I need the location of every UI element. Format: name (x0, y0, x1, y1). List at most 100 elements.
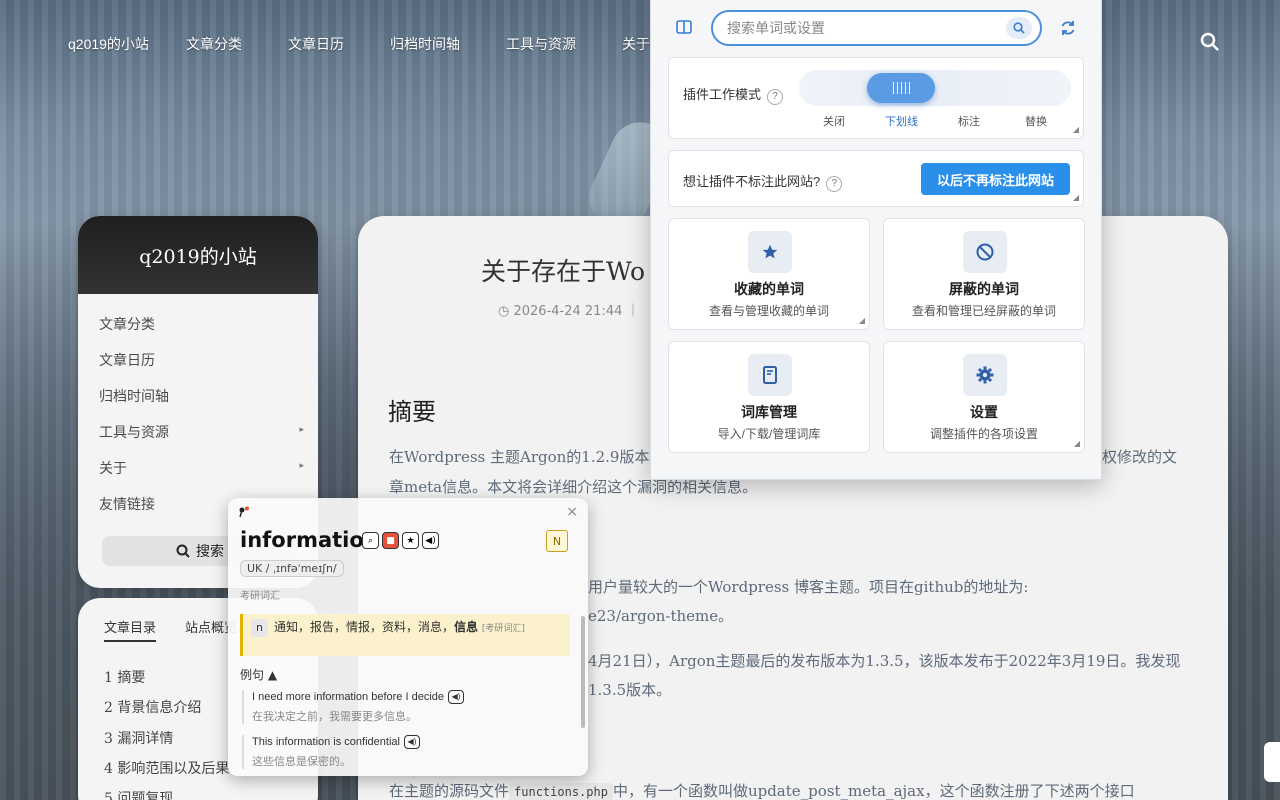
disable-site-button[interactable]: 以后不再标注此网站 (921, 163, 1070, 195)
example-zh: 在我决定之前，我需要更多信息。 (252, 711, 417, 723)
example-en: I need more information before I decide (252, 690, 445, 703)
resize-handle-icon[interactable]: ◢ (1074, 439, 1080, 448)
sidebar-title: q2019的小站 (78, 216, 318, 294)
sidebar-item-tools[interactable]: 工具与资源 ▸ (99, 422, 304, 442)
mode-slider-thumb[interactable] (867, 73, 935, 103)
example-en: This information is confidential (252, 735, 400, 748)
nav-item-categories[interactable]: 文章分类 (186, 34, 242, 54)
meta-divider: ｜ (626, 304, 640, 319)
inline-code: functions.php (509, 783, 613, 800)
tile-favorites[interactable]: 收藏的单词 查看与管理收藏的单词 ◢ (668, 218, 870, 330)
close-icon[interactable]: × (566, 504, 578, 520)
speaker-icon[interactable]: ◀) (448, 690, 465, 704)
refresh-icon[interactable] (1059, 19, 1077, 37)
delete-icon[interactable]: ■ (382, 532, 399, 549)
definition-text: 通知，报告，情报，资料，消息， (273, 620, 454, 634)
section-heading: 摘要 (388, 398, 436, 426)
part-of-speech: n (251, 619, 268, 637)
article-title: 关于存在于Wo (481, 257, 646, 286)
search-icon[interactable] (1200, 32, 1220, 52)
chevron-right-icon: ▸ (299, 461, 304, 471)
paragraph-text: 在Wordpress 主题Argon的1.2.9版本 (389, 448, 650, 466)
dictionary-popup: × information ⌕ ■ ★ ◀) N UK / ˌɪnfəˈmeɪʃ… (228, 498, 588, 776)
book-open-icon[interactable] (675, 18, 693, 36)
examples-title: 例句 (240, 668, 265, 682)
paragraph-text: 用户量较大的一个Wordpress 博客主题。项目在github的地址为: (588, 578, 1029, 596)
plugin-search-input[interactable]: 搜索单词或设置 (711, 10, 1042, 46)
mode-slider[interactable] (799, 70, 1071, 106)
mode-label-text: 插件工作模式 (683, 87, 762, 102)
plugin-search-placeholder: 搜索单词或设置 (727, 20, 825, 36)
paragraph-text: 权修改的文 (1102, 448, 1178, 466)
dict-phonetic[interactable]: UK / ˌɪnfəˈmeɪʃn/ (240, 560, 344, 577)
dict-tag: 考研词汇 (240, 591, 280, 602)
tile-title: 设置 (970, 404, 998, 420)
paragraph-text: 在主题的源码文件 (389, 782, 510, 800)
toc-item[interactable]: 2 背景信息介绍 (104, 697, 201, 717)
mode-option-underline[interactable]: 下划线 (885, 113, 918, 129)
site-label-text: 想让插件不标注此网站? (683, 174, 821, 189)
paragraph-text: 在主题的源码文件 functions.php 中，有一个函数叫做update_pos… (389, 780, 1135, 800)
mode-option-annotate[interactable]: 标注 (958, 113, 980, 129)
tile-wordbank[interactable]: 词库管理 导入/下载/管理词库 (668, 341, 870, 453)
paragraph-text: 中，有一个函数叫做update_post_meta_ajax，这个函数注册了下述… (612, 782, 1135, 800)
floating-edge-button[interactable] (1264, 742, 1280, 782)
toc-item[interactable]: 3 漏洞详情 (104, 728, 173, 748)
speaker-icon[interactable]: ◀) (403, 735, 420, 749)
mode-option-replace[interactable]: 替换 (1025, 113, 1047, 129)
nav-item-tools[interactable]: 工具与资源 (506, 34, 576, 54)
help-icon[interactable]: ? (826, 176, 843, 192)
toc-item[interactable]: 1 摘要 (104, 667, 145, 687)
toc-item[interactable]: 5 问题复现 (104, 788, 173, 800)
paragraph-text: 4月21日），Argon主题最后的发布版本为1.3.5，该版本发布于2022年3… (588, 652, 1181, 670)
paragraph-text: 1.3.5版本。 (588, 681, 672, 699)
sidebar-item-about[interactable]: 关于 ▸ (99, 458, 304, 478)
site-label: 想让插件不标注此网站?? (683, 171, 843, 192)
sidebar-item-categories[interactable]: 文章分类 (99, 314, 304, 334)
tile-blocked[interactable]: 屏蔽的单词 查看和管理已经屏蔽的单词 (883, 218, 1085, 330)
sidebar-search-label: 搜索 (196, 544, 224, 560)
caret-up-icon: ▲ (267, 668, 278, 682)
example-item: This information is confidential ◀) 这些信息是… (242, 735, 562, 769)
tab-toc[interactable]: 文章目录 (104, 617, 157, 642)
dict-word: information (240, 528, 379, 552)
search-icon[interactable]: ⌕ (362, 532, 379, 549)
toc-item[interactable]: 4 影响范围以及后果 (104, 758, 229, 778)
scrollbar[interactable] (581, 616, 585, 728)
resize-handle-icon[interactable]: ◢ (859, 316, 865, 325)
nav-item-calendar[interactable]: 文章日历 (288, 34, 344, 54)
resize-handle-icon[interactable]: ◢ (1073, 193, 1079, 202)
pin-icon[interactable] (238, 506, 250, 518)
nav-brand[interactable]: q2019的小站 (68, 34, 149, 54)
resize-handle-icon[interactable]: ◢ (1073, 125, 1079, 134)
article-meta: ◷ 2026-4-24 21:44 ｜ (498, 300, 640, 319)
example-zh: 这些信息是保密的。 (252, 756, 351, 768)
clock-icon: ◷ (498, 304, 510, 319)
definition-tag: [考研词汇] (481, 624, 525, 634)
paragraph-text: e23/argon-theme。 (588, 607, 734, 625)
examples-heading[interactable]: 例句 ▲ (240, 666, 277, 683)
sidebar-item-calendar[interactable]: 文章日历 (99, 350, 304, 370)
search-icon (1013, 22, 1025, 34)
article-date: 2026-4-24 21:44 (513, 304, 623, 319)
tile-subtitle: 查看与管理收藏的单词 (708, 304, 829, 318)
tile-settings[interactable]: 设置 调整插件的各项设置 ◢ (883, 341, 1085, 453)
nav-item-about[interactable]: 关于 (622, 34, 650, 54)
star-icon[interactable]: ★ (402, 532, 419, 549)
tile-subtitle: 导入/下载/管理词库 (717, 427, 821, 441)
tile-title: 屏蔽的单词 (949, 281, 1019, 297)
definition-highlight: 信息 (454, 620, 479, 634)
gear-icon (963, 354, 1007, 396)
help-icon[interactable]: ? (767, 89, 784, 105)
tile-title: 词库管理 (741, 404, 797, 420)
mode-option-off[interactable]: 关闭 (823, 113, 845, 129)
plugin-search-button[interactable] (1006, 17, 1032, 39)
example-item: I need more information before I decide ◀… (242, 690, 562, 724)
speaker-icon[interactable]: ◀) (422, 532, 439, 549)
chevron-right-icon: ▸ (299, 425, 304, 435)
nav-item-archive[interactable]: 归档时间轴 (390, 34, 460, 54)
book-icon (748, 354, 792, 396)
sidebar-item-archive[interactable]: 归档时间轴 (99, 386, 304, 406)
search-icon (176, 544, 190, 558)
tile-title: 收藏的单词 (734, 281, 804, 297)
